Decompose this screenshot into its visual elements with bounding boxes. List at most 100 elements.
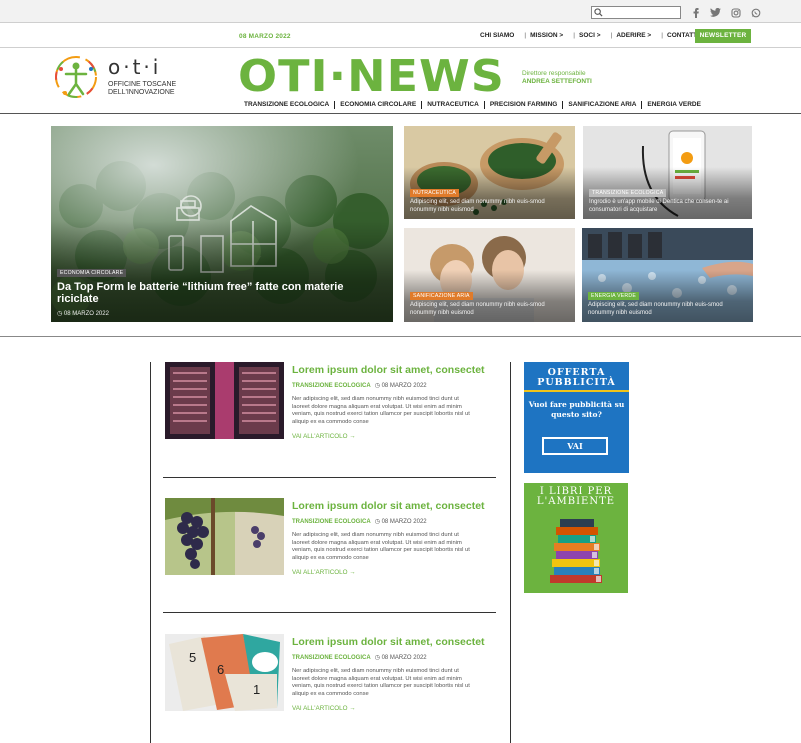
tile-excerpt: Adipiscing elit, sed diam nonummy nibh e… (410, 302, 545, 316)
article-category[interactable]: TRANSIZIONE ECOLOGICA (292, 519, 371, 525)
current-date: 08 MARZO 2022 (239, 33, 291, 40)
site-header: o·t·i OFFICINE TOSCANE DELL'INNOVAZIONE … (0, 48, 801, 114)
article-date: 08 MARZO 2022 (381, 519, 427, 525)
article-divider (163, 612, 496, 613)
whatsapp-icon[interactable] (750, 7, 761, 18)
nav-aderire[interactable]: ADERIRE > (616, 32, 651, 39)
article-title[interactable]: Lorem ipsum dolor sit amet, consectet (292, 636, 485, 648)
facebook-icon[interactable] (690, 7, 701, 18)
article-thumbnail[interactable]: 5 6 1 (165, 634, 284, 711)
hero-overlay: ECONOMIA CIRCOLARE Da Top Form le batter… (51, 221, 393, 322)
read-more-link[interactable]: VAI ALL'ARTICOLO → (292, 705, 356, 712)
director-label: Direttore responsabile (522, 70, 586, 77)
clock-icon: ◷ (374, 383, 380, 389)
category-sanificazione-aria[interactable]: SANIFICAZIONE ARIA (562, 101, 641, 109)
nav-separator: | (661, 32, 664, 39)
article-date: 08 MARZO 2022 (381, 383, 427, 389)
grapes-image (165, 498, 284, 575)
category-nav: TRANSIZIONE ECOLOGICA ECONOMIA CIRCOLARE… (244, 101, 706, 109)
tile-excerpt: Ingrodio è un'app mobile di Dentica che … (589, 199, 729, 213)
logo-name: o·t·i (108, 55, 162, 79)
category-transizione-ecologica[interactable]: TRANSIZIONE ECOLOGICA (244, 101, 334, 109)
nav-soci[interactable]: SOCI > (579, 32, 601, 39)
category-energia-verde[interactable]: ENERGIA VERDE (641, 101, 706, 109)
director-name: ANDREA SETTEFONTI (522, 78, 592, 85)
logo-text: o·t·i OFFICINE TOSCANE DELL'INNOVAZIONE (108, 57, 176, 97)
brand-title[interactable]: OTI·NEWS (238, 54, 505, 98)
column-divider-right (510, 362, 511, 743)
article-title[interactable]: Lorem ipsum dolor sit amet, consectet (292, 364, 485, 376)
tile-overlay: TRANSIZIONE ECOLOGICA Ingrodio è un'app … (583, 167, 752, 219)
nav-separator: | (610, 32, 613, 39)
article-excerpt: Ner adipiscing elit, sed diam nonummy ni… (292, 532, 470, 561)
article-category[interactable]: TRANSIZIONE ECOLOGICA (292, 655, 371, 661)
clock-icon: ◷ (374, 519, 380, 525)
read-more-link[interactable]: VAI ALL'ARTICOLO → (292, 433, 356, 440)
article-title[interactable]: Lorem ipsum dolor sit amet, consectet (292, 500, 485, 512)
newsletter-button[interactable]: NEWSLETTER (695, 29, 751, 43)
category-nutraceutica[interactable]: NUTRACEUTICA (421, 101, 484, 109)
arrow-right-icon: → (349, 569, 356, 576)
twitter-icon[interactable] (710, 7, 721, 18)
top-nav-row: 08 MARZO 2022 CHI SIAMO | MISSION > | SO… (0, 23, 801, 48)
logo-subtitle-2: DELL'INNOVAZIONE (108, 89, 175, 96)
category-precision-farming[interactable]: PRECISION FARMING (483, 101, 563, 109)
server-room-image (165, 362, 284, 439)
hero-date: ◷ 08 MARZO 2022 (57, 310, 387, 317)
hero-tile-nutraceutica[interactable]: NUTRACEUTICA Adipiscing elit, sed diam n… (404, 126, 575, 219)
article-category[interactable]: TRANSIZIONE ECOLOGICA (292, 383, 371, 389)
hero-badge[interactable]: ECONOMIA CIRCOLARE (57, 269, 127, 277)
article-excerpt: Ner adipiscing elit, sed diam nonummy ni… (292, 668, 470, 697)
arrow-right-icon: → (349, 433, 356, 440)
books-title-line-2: L'AMBIENTE (536, 496, 616, 507)
article-thumbnail[interactable] (165, 498, 284, 575)
svg-text:1: 1 (253, 682, 260, 697)
tile-overlay: NUTRACEUTICA Adipiscing elit, sed diam n… (404, 167, 575, 219)
search-input[interactable] (591, 6, 681, 19)
article-divider (163, 477, 496, 478)
article-meta: TRANSIZIONE ECOLOGICA ◷ 08 MARZO 2022 (292, 382, 427, 389)
hero-tile-sanificazione[interactable]: SANIFICAZIONE ARIA Adipiscing elit, sed … (404, 228, 575, 322)
ad-button[interactable]: VAI (542, 437, 608, 455)
column-divider-left (150, 362, 151, 743)
ad-text: Vuoi fare pubblicità su questo sito? (528, 400, 625, 419)
article-meta: TRANSIZIONE ECOLOGICA ◷ 08 MARZO 2022 (292, 518, 427, 525)
svg-text:5: 5 (189, 650, 196, 665)
tile-badge[interactable]: TRANSIZIONE ECOLOGICA (589, 189, 667, 197)
hero-title[interactable]: Da Top Form le batterie “lithium free” f… (57, 281, 387, 305)
article-card[interactable]: Lorem ipsum dolor sit amet, consectet TR… (165, 498, 485, 578)
read-more-link[interactable]: VAI ALL'ARTICOLO → (292, 569, 356, 576)
instagram-icon[interactable] (730, 7, 741, 18)
ad-title: OFFERTA PUBBLICITÀ (524, 362, 629, 392)
top-nav: CHI SIAMO | MISSION > | SOCI > | ADERIRE… (480, 32, 709, 39)
tile-badge[interactable]: SANIFICAZIONE ARIA (410, 292, 473, 300)
article-date: 08 MARZO 2022 (381, 655, 427, 661)
tile-overlay: ENERGIA VERDE Adipiscing elit, sed diam … (582, 270, 753, 322)
clock-icon: ◷ (57, 311, 63, 317)
tile-badge[interactable]: ENERGIA VERDE (588, 292, 639, 300)
top-utility-bar (0, 0, 801, 23)
hero-date-text: 08 MARZO 2022 (63, 311, 109, 317)
article-card[interactable]: Lorem ipsum dolor sit amet, consectet TR… (165, 362, 485, 442)
hero-tile-transizione[interactable]: TRANSIZIONE ECOLOGICA Ingrodio è un'app … (583, 126, 752, 219)
nav-chi-siamo[interactable]: CHI SIAMO (480, 32, 514, 39)
article-thumbnail[interactable] (165, 362, 284, 439)
books-banner[interactable]: I LIBRI PER L'AMBIENTE (524, 483, 628, 593)
arrow-right-icon: → (349, 705, 356, 712)
social-links (690, 7, 761, 18)
clock-icon: ◷ (374, 655, 380, 661)
svg-text:6: 6 (217, 662, 224, 677)
oti-logo-icon[interactable] (52, 53, 100, 101)
article-card[interactable]: 5 6 1 Lorem ipsum dolor sit amet, consec… (165, 634, 485, 714)
book-stack-image (550, 519, 602, 583)
hero-featured-article[interactable]: ECONOMIA CIRCOLARE Da Top Form le batter… (51, 126, 393, 322)
nav-separator: | (524, 32, 527, 39)
category-economia-circolare[interactable]: ECONOMIA CIRCOLARE (334, 101, 421, 109)
tile-badge[interactable]: NUTRACEUTICA (410, 189, 460, 197)
tile-overlay: SANIFICAZIONE ARIA Adipiscing elit, sed … (404, 270, 575, 322)
nav-mission[interactable]: MISSION > (530, 32, 563, 39)
tile-excerpt: Adipiscing elit, sed diam nonummy nibh e… (588, 302, 723, 316)
advertising-banner[interactable]: OFFERTA PUBBLICITÀ Vuoi fare pubblicità … (524, 362, 629, 473)
hero-tile-energia-verde[interactable]: ENERGIA VERDE Adipiscing elit, sed diam … (582, 228, 753, 322)
search-icon[interactable] (594, 8, 603, 17)
